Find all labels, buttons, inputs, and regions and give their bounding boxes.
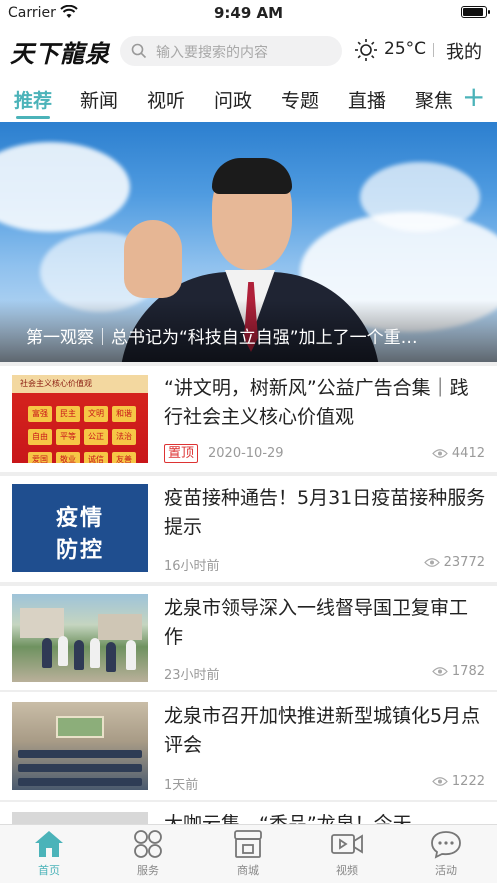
tab-focus[interactable]: 聚焦 bbox=[415, 86, 453, 113]
hero-figure-hand bbox=[124, 220, 182, 298]
news-thumbnail bbox=[12, 702, 148, 790]
news-views: 1222 bbox=[432, 774, 485, 789]
pinned-badge: 置顶 bbox=[164, 444, 199, 463]
news-title: 疫苗接种通告！5月31日疫苗接种服务提示 bbox=[164, 487, 486, 538]
chat-bubble-icon bbox=[431, 831, 461, 859]
list-item[interactable]: 龙泉市召开加快推进新型城镇化5月点评会 1天前 1222 bbox=[0, 692, 497, 800]
news-time: 23小时前 bbox=[164, 668, 220, 683]
sun-icon bbox=[355, 39, 377, 61]
news-thumbnail bbox=[12, 594, 148, 682]
news-time: 16小时前 bbox=[164, 559, 220, 574]
news-views: 4412 bbox=[432, 446, 485, 461]
home-icon bbox=[35, 831, 63, 857]
bottom-tab-bar: 首页 服务 商城 视频 活动 bbox=[0, 824, 497, 883]
add-tab-icon[interactable]: + bbox=[462, 82, 485, 112]
shop-icon bbox=[234, 830, 262, 858]
eye-icon bbox=[432, 667, 448, 676]
category-tabs: 推荐 新闻 视听 问政 专题 直播 聚焦 + bbox=[0, 80, 497, 122]
tab-recommend[interactable]: 推荐 bbox=[14, 86, 52, 113]
news-title: “讲文明，树新风”公益广告合集｜践行社会主义核心价值观 bbox=[164, 377, 469, 428]
eye-icon bbox=[432, 777, 448, 786]
news-title: 龙泉市召开加快推进新型城镇化5月点评会 bbox=[164, 705, 481, 756]
temperature-label: 25°C bbox=[384, 39, 427, 59]
list-item[interactable]: 社会主义核心价值观 富强 民主 文明 和谐 自由 平等 公正 法治 爱国 敬业 诚信 友善 “讲文… bbox=[0, 366, 497, 472]
tab-politics[interactable]: 问政 bbox=[214, 86, 252, 113]
tab-audiovisual[interactable]: 视听 bbox=[147, 86, 185, 113]
news-thumbnail: 疫情 防控 bbox=[12, 484, 148, 572]
tabbar-activities[interactable]: 活动 bbox=[411, 829, 481, 878]
battery-icon bbox=[461, 6, 490, 18]
tabbar-home[interactable]: 首页 bbox=[14, 829, 84, 878]
search-placeholder: 输入要搜索的内容 bbox=[156, 45, 268, 61]
eye-icon bbox=[432, 449, 448, 458]
active-tab-indicator bbox=[16, 116, 50, 119]
hero-caption: 第一观察｜总书记为“科技自立自强”加上了一个重… bbox=[26, 328, 418, 348]
news-meta: 置顶 2020-10-29 bbox=[164, 444, 284, 463]
grid-circles-icon bbox=[134, 830, 162, 858]
hero-banner[interactable]: 第一观察｜总书记为“科技自立自强”加上了一个重… bbox=[0, 122, 497, 362]
status-bar: Carrier 9:49 AM bbox=[0, 0, 497, 26]
list-item[interactable]: 疫情 防控 疫苗接种通告！5月31日疫苗接种服务提示 16小时前 23772 bbox=[0, 476, 497, 582]
tab-news[interactable]: 新闻 bbox=[80, 86, 118, 113]
search-icon bbox=[131, 43, 147, 59]
list-item[interactable]: 龙泉市领导深入一线督导国卫复审工作 23小时前 1782 bbox=[0, 586, 497, 690]
tabbar-shop[interactable]: 商城 bbox=[213, 829, 283, 878]
status-time: 9:49 AM bbox=[213, 4, 284, 22]
eye-icon bbox=[423, 558, 440, 567]
video-icon bbox=[331, 834, 363, 854]
news-time: 2020-10-29 bbox=[208, 446, 284, 461]
app-logo: 天下龍泉 bbox=[10, 39, 110, 68]
tabbar-services[interactable]: 服务 bbox=[113, 829, 183, 878]
news-views: 23772 bbox=[423, 555, 485, 570]
app-header: 天下龍泉 输入要搜索的内容 25°C 我的 bbox=[0, 28, 497, 72]
news-views: 1782 bbox=[432, 664, 485, 679]
tab-topics[interactable]: 专题 bbox=[281, 86, 319, 113]
header-divider bbox=[433, 43, 434, 57]
news-thumbnail: 社会主义核心价值观 富强 民主 文明 和谐 自由 平等 公正 法治 爱国 敬业 诚信 友善 bbox=[12, 375, 148, 463]
search-input[interactable]: 输入要搜索的内容 bbox=[120, 36, 342, 66]
mine-button[interactable]: 我的 bbox=[446, 38, 482, 64]
tab-live[interactable]: 直播 bbox=[348, 86, 386, 113]
news-time: 1天前 bbox=[164, 778, 199, 793]
news-title: 龙泉市领导深入一线督导国卫复审工作 bbox=[164, 597, 469, 648]
tabbar-video[interactable]: 视频 bbox=[312, 829, 382, 878]
